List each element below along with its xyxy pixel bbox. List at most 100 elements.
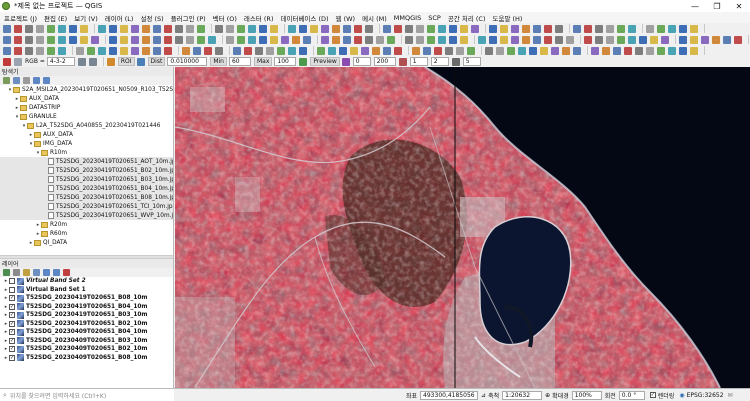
new-project-icon[interactable] bbox=[237, 35, 245, 44]
field-calc-icon[interactable] bbox=[175, 35, 183, 44]
open-icon[interactable] bbox=[14, 24, 22, 33]
remove-preview-icon[interactable] bbox=[398, 57, 407, 66]
stats-icon[interactable] bbox=[668, 46, 676, 55]
field-calc-icon[interactable] bbox=[657, 24, 665, 33]
bookmark-icon[interactable] bbox=[445, 46, 453, 55]
min-input[interactable]: 60 bbox=[228, 57, 251, 66]
max-input[interactable]: 100 bbox=[274, 57, 297, 66]
bookmark-icon[interactable] bbox=[197, 35, 205, 44]
layer-item[interactable]: ▸ Virtual Band Set 1 bbox=[0, 286, 173, 295]
tips-icon[interactable] bbox=[226, 35, 234, 44]
identify-icon[interactable] bbox=[566, 35, 574, 44]
field-calc-icon[interactable] bbox=[423, 46, 431, 55]
select-icon[interactable] bbox=[109, 46, 117, 55]
zoom-out-icon[interactable] bbox=[328, 46, 336, 55]
zoom-in-icon[interactable] bbox=[69, 35, 77, 44]
digitize-icon[interactable] bbox=[635, 46, 643, 55]
digitize-icon[interactable] bbox=[153, 46, 161, 55]
raster-file-item[interactable]: T52SDG_20230419T020651_AOT_10m.jp2 bbox=[0, 157, 173, 166]
layer-visibility-checkbox[interactable] bbox=[9, 278, 15, 285]
menu-web[interactable]: 웹 (W) bbox=[336, 13, 356, 23]
print-icon[interactable] bbox=[522, 35, 530, 44]
new-project-icon[interactable] bbox=[478, 35, 486, 44]
manage-map-themes-icon[interactable] bbox=[33, 269, 40, 276]
new-project-icon[interactable] bbox=[3, 35, 11, 44]
print-icon[interactable] bbox=[288, 24, 296, 33]
layer-visibility-checkbox[interactable] bbox=[9, 286, 15, 293]
menu-plugins[interactable]: 플러그인 (P) bbox=[171, 13, 206, 23]
measure-icon[interactable] bbox=[595, 24, 603, 33]
print-icon[interactable] bbox=[522, 24, 530, 33]
locator-search[interactable]: ⌕ 위치를 찾으려면 입력하세요 (Ctrl+K) bbox=[0, 388, 174, 401]
add-layer-icon[interactable] bbox=[3, 77, 10, 84]
band-set-icon[interactable] bbox=[14, 57, 22, 66]
label-icon[interactable] bbox=[639, 35, 647, 44]
preview-label[interactable]: Preview bbox=[310, 57, 340, 66]
attribute-table-icon[interactable] bbox=[131, 24, 139, 33]
folder-item[interactable]: ▾ IMG_DATA bbox=[0, 139, 173, 148]
preview-spin-1[interactable]: 0 bbox=[352, 57, 371, 66]
refresh-map-icon[interactable] bbox=[690, 46, 698, 55]
layer-visibility-checkbox[interactable]: ✓ bbox=[9, 303, 15, 310]
raster-file-item[interactable]: T52SDG_20230419T020651_B08_10m.jp2 bbox=[0, 193, 173, 202]
dist-input[interactable]: 0.010000 bbox=[167, 57, 208, 66]
label-icon[interactable] bbox=[412, 46, 420, 55]
print-icon[interactable] bbox=[529, 46, 537, 55]
attribute-table-icon[interactable] bbox=[372, 46, 380, 55]
bookmark-icon[interactable] bbox=[204, 46, 212, 55]
save-icon[interactable] bbox=[259, 35, 267, 44]
stats-icon[interactable] bbox=[427, 35, 435, 44]
menu-scp[interactable]: SCP bbox=[428, 14, 441, 22]
raster-file-item[interactable]: T52SDG_20230419T020651_B02_10m.jp2 bbox=[0, 166, 173, 175]
coordinate-field[interactable]: 493300,4185056 bbox=[420, 390, 479, 400]
edit-icon[interactable] bbox=[376, 35, 384, 44]
maximize-button[interactable]: ❐ bbox=[706, 0, 728, 12]
raster-file-item[interactable]: T52SDG_20230419T020651_B03_10m.jp2 bbox=[0, 175, 173, 184]
layer-item[interactable]: ▸ ✓ T52SDG_20230409T020651_B04_10m bbox=[0, 328, 173, 337]
new-project-icon[interactable] bbox=[712, 35, 720, 44]
open-icon[interactable] bbox=[14, 46, 22, 55]
pan-icon[interactable] bbox=[533, 24, 541, 33]
close-button[interactable]: ✕ bbox=[728, 0, 750, 12]
identify-icon[interactable] bbox=[98, 46, 106, 55]
pan-icon[interactable] bbox=[58, 35, 66, 44]
select-icon[interactable] bbox=[109, 24, 117, 33]
measure-icon[interactable] bbox=[120, 46, 128, 55]
edit-icon[interactable] bbox=[142, 35, 150, 44]
open-icon[interactable] bbox=[489, 24, 497, 33]
label-icon[interactable] bbox=[646, 24, 654, 33]
menu-layer[interactable]: 레이어 (L) bbox=[105, 13, 134, 23]
menu-view[interactable]: 보기 (V) bbox=[74, 13, 98, 23]
digitize-icon[interactable] bbox=[394, 46, 402, 55]
rotation-field[interactable]: 0.0 ° bbox=[618, 390, 645, 400]
identify-icon[interactable] bbox=[91, 35, 99, 44]
open-icon[interactable] bbox=[496, 46, 504, 55]
stats-icon[interactable] bbox=[193, 46, 201, 55]
save-as-icon[interactable] bbox=[270, 24, 278, 33]
raster-file-item[interactable]: T52SDG_20230419T020651_B04_10m.jp2 bbox=[0, 184, 173, 193]
identify-icon[interactable] bbox=[573, 24, 581, 33]
measure-icon[interactable] bbox=[595, 35, 603, 44]
layer-visibility-checkbox[interactable]: ✓ bbox=[9, 295, 15, 302]
refresh-icon[interactable] bbox=[13, 77, 20, 84]
select-icon[interactable] bbox=[350, 46, 358, 55]
folder-item[interactable]: ▾ S2A_MSIL2A_20230419T020651_N0509_R103_T… bbox=[0, 85, 173, 94]
new-project-icon[interactable] bbox=[237, 24, 245, 33]
menu-project[interactable]: 프로젝트 (J) bbox=[4, 13, 37, 23]
folder-item[interactable]: ▾ R10m bbox=[0, 148, 173, 157]
menu-raster[interactable]: 래스터 (R) bbox=[244, 13, 274, 23]
select-icon[interactable] bbox=[584, 35, 592, 44]
stats-icon[interactable] bbox=[434, 46, 442, 55]
refresh-map-icon[interactable] bbox=[449, 24, 457, 33]
zoom-out-icon[interactable] bbox=[80, 24, 88, 33]
identify-icon[interactable] bbox=[332, 24, 340, 33]
zoom-out-icon[interactable] bbox=[321, 24, 329, 33]
save-icon[interactable] bbox=[259, 24, 267, 33]
zoom-in-icon[interactable] bbox=[551, 46, 559, 55]
refresh-map-icon[interactable] bbox=[215, 46, 223, 55]
folder-item[interactable]: ▸ AUX_DATA bbox=[0, 94, 173, 103]
render-checkbox[interactable]: ✓ bbox=[649, 392, 656, 398]
identify-icon[interactable] bbox=[332, 35, 340, 44]
edit-icon[interactable] bbox=[617, 24, 625, 33]
measure-icon[interactable] bbox=[120, 24, 128, 33]
